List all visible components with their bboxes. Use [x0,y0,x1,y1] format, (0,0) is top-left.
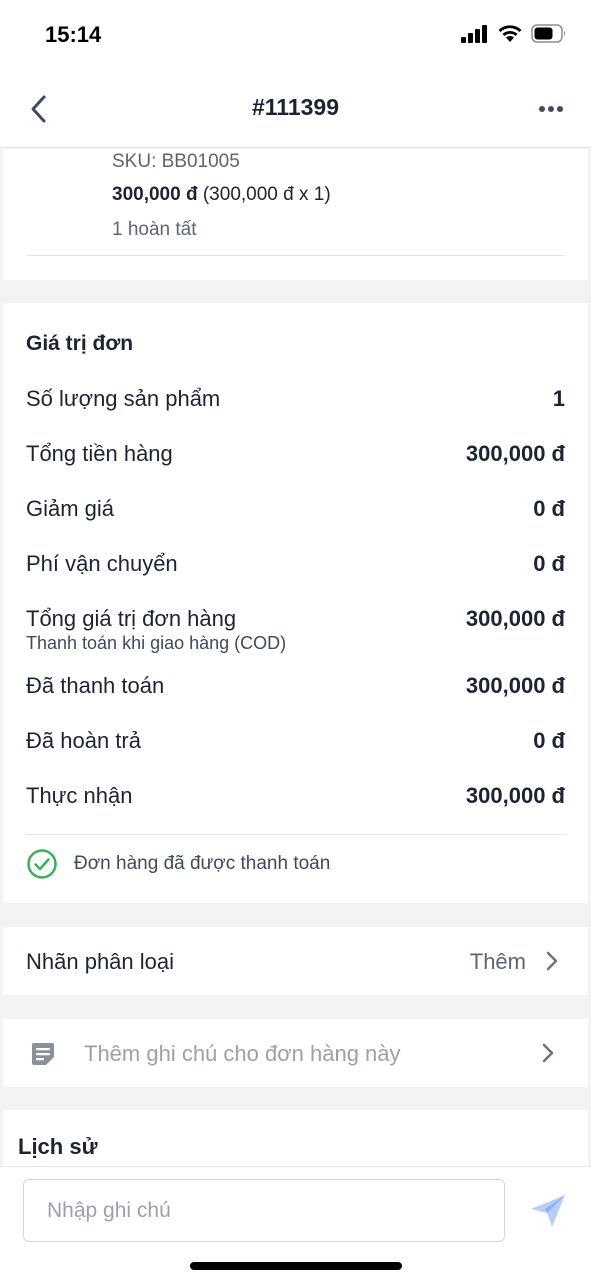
divider [26,255,565,256]
history-title: Lịch sử [18,1134,98,1159]
add-note-placeholder: Thêm ghi chú cho đơn hàng này [84,1041,401,1066]
summary-value: 300,000 đ [465,441,565,466]
summary-row-net-received: Thực nhận 300,000 đ [26,783,565,809]
more-button[interactable] [535,94,567,124]
status-time: 15:14 [45,22,102,47]
payment-method: Thanh toán khi giao hàng (COD) [26,633,287,653]
product-price-total: 300,000 đ [112,184,198,205]
summary-row-discount: Giảm giá 0 đ [26,496,565,522]
payment-status-text: Đơn hàng đã được thanh toán [74,853,331,874]
status-bar: 15:14 [0,0,591,72]
summary-row-quantity: Số lượng sản phẩm 1 [26,386,565,412]
send-icon[interactable] [528,1193,568,1229]
chevron-right-icon [546,951,558,971]
product-sku: SKU: BB01005 [112,151,240,172]
summary-value: 300,000 đ [465,606,565,631]
summary-row-refunded: Đã hoàn trả 0 đ [26,728,565,754]
product-price: 300,000 đ (300,000 đ x 1) [112,184,331,206]
summary-label: Phí vận chuyển [26,551,178,576]
home-indicator [190,1262,402,1270]
payment-status: Đơn hàng đã được thanh toán [26,848,330,880]
classification-label-row[interactable]: Nhãn phân loại Thêm [3,927,588,995]
summary-value: 0 đ [533,496,565,521]
summary-row-paid: Đã thanh toán 300,000 đ [26,673,565,699]
note-composer [0,1166,591,1280]
product-line-item: SKU: BB01005 300,000 đ (300,000 đ x 1) 1… [3,149,588,280]
product-fulfillment-status: 1 hoàn tất [112,219,197,240]
signal-icon [461,24,487,43]
order-summary-card: Giá trị đơn Số lượng sản phẩm 1 Tổng tiề… [3,303,588,903]
summary-row-order-total: Tổng giá trị đơn hàng 300,000 đ [26,606,565,632]
classification-label: Nhãn phân loại [26,949,175,974]
summary-value: 300,000 đ [465,783,565,808]
summary-label: Đã thanh toán [26,673,165,698]
wifi-icon [498,25,522,42]
summary-value: 300,000 đ [465,673,565,698]
summary-label: Thực nhận [26,783,133,808]
summary-value: 1 [552,386,565,411]
divider [26,834,565,835]
note-input[interactable] [23,1179,505,1242]
battery-icon [531,24,565,43]
summary-value: 0 đ [533,551,565,576]
summary-label: Số lượng sản phẩm [26,386,221,411]
summary-value: 0 đ [533,728,565,753]
page-title: #111399 [251,94,339,120]
check-circle-icon [27,849,57,879]
summary-label: Giảm giá [26,496,115,521]
note-icon [32,1043,54,1065]
chevron-right-icon [542,1043,554,1063]
nav-bar: #111399 [0,72,591,148]
summary-label: Tổng giá trị đơn hàng [26,606,237,631]
history-section: Lịch sử [3,1110,588,1170]
more-horizontal-icon [539,106,563,112]
summary-label: Tổng tiền hàng [26,441,173,466]
order-note-row[interactable]: Thêm ghi chú cho đơn hàng này [3,1019,588,1087]
product-price-breakdown: (300,000 đ x 1) [202,184,331,205]
add-label-link[interactable]: Thêm [470,949,526,975]
summary-label: Đã hoàn trả [26,728,141,753]
order-summary-title: Giá trị đơn [26,332,134,355]
summary-row-subtotal: Tổng tiền hàng 300,000 đ [26,441,565,467]
status-icons [461,24,567,43]
summary-row-shipping: Phí vận chuyển 0 đ [26,551,565,577]
